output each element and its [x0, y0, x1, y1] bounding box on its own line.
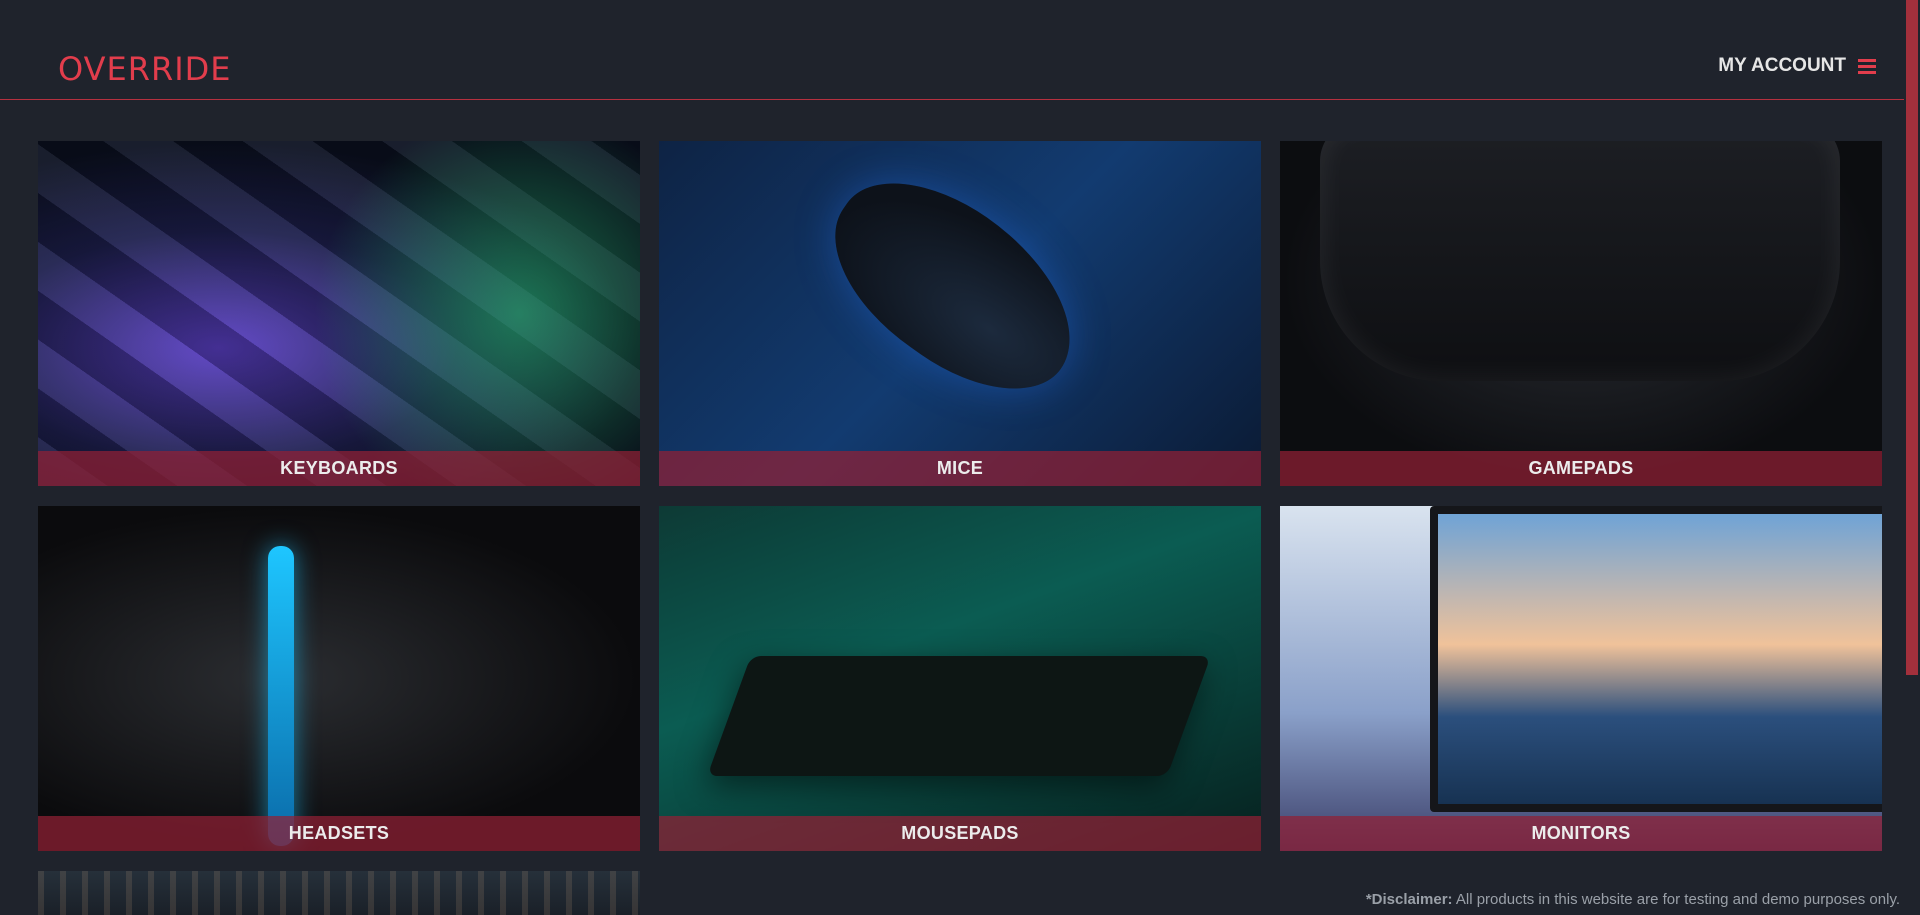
category-label: GAMEPADS	[1280, 451, 1882, 486]
category-tile-headsets[interactable]: HEADSETS	[38, 506, 640, 851]
category-label: HEADSETS	[38, 816, 640, 851]
my-account-label: MY ACCOUNT	[1718, 55, 1846, 76]
hamburger-icon[interactable]	[1858, 58, 1876, 74]
category-tile-monitors[interactable]: MONITORS	[1280, 506, 1882, 851]
partial-category-image	[38, 871, 640, 915]
category-label: KEYBOARDS	[38, 451, 640, 486]
disclaimer-body: All products in this website are for tes…	[1452, 891, 1900, 908]
scrollbar-thumb[interactable]	[1906, 0, 1918, 675]
category-tile-mousepads[interactable]: MOUSEPADS	[659, 506, 1261, 851]
category-label: MOUSEPADS	[659, 816, 1261, 851]
disclaimer-text: *Disclaimer: All products in this websit…	[1366, 891, 1900, 908]
scrollbar-track[interactable]	[1904, 0, 1920, 915]
site-logo[interactable]: OVERRIDE	[58, 50, 232, 88]
monitors-image	[1280, 506, 1882, 851]
disclaimer-label: *Disclaimer:	[1365, 891, 1453, 908]
keyboards-image	[38, 141, 640, 486]
gamepads-image	[1280, 141, 1882, 486]
mice-image	[659, 141, 1261, 486]
category-tile-keyboards[interactable]: KEYBOARDS	[38, 141, 640, 486]
category-tile-gamepads[interactable]: GAMEPADS	[1280, 141, 1882, 486]
site-header: OVERRIDE MY ACCOUNT	[0, 0, 1904, 100]
category-label: MONITORS	[1280, 816, 1882, 851]
category-label: MICE	[659, 451, 1261, 486]
my-account-button[interactable]: MY ACCOUNT	[1718, 55, 1876, 77]
category-tile-mice[interactable]: MICE	[659, 141, 1261, 486]
headsets-image	[38, 506, 640, 851]
category-tile-partial[interactable]	[38, 871, 640, 915]
mousepads-image	[659, 506, 1261, 851]
